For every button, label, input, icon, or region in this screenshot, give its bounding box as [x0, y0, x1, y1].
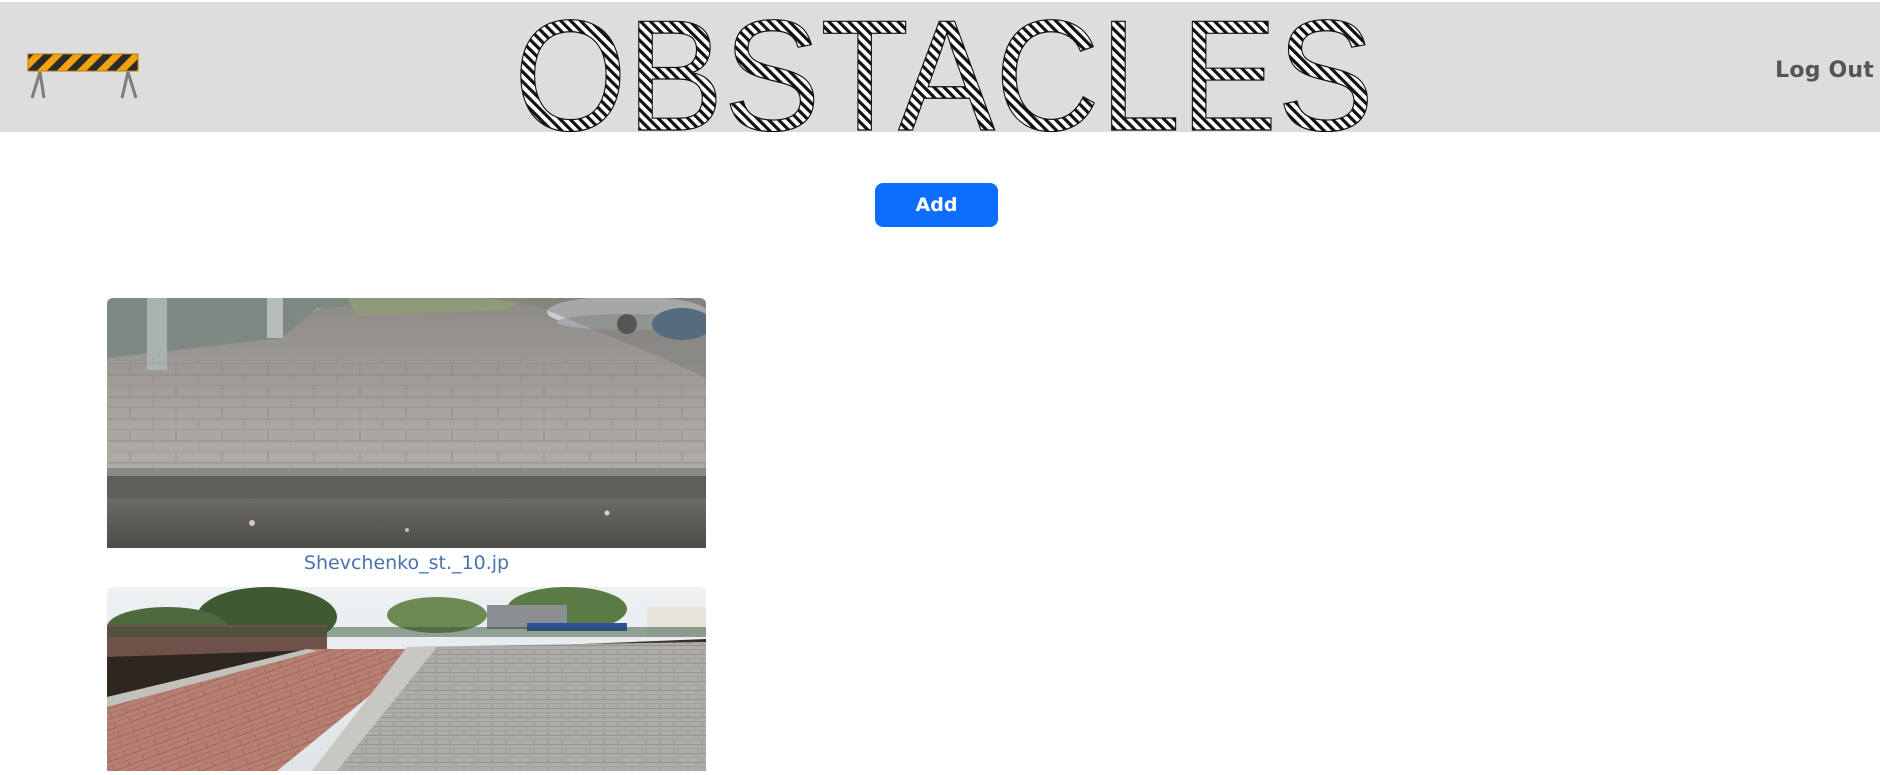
brand-title: OBSTACLES [510, 2, 1380, 132]
app-header: OBSTACLES Log Out [0, 2, 1880, 132]
paved-path-photo[interactable] [107, 587, 706, 771]
obstacle-card [107, 587, 706, 775]
obstacle-caption[interactable]: Shevchenko_st._10.jp [107, 552, 706, 574]
road-barrier-icon[interactable] [26, 52, 142, 100]
brand-title-text: OBSTACLES [514, 2, 1374, 132]
logout-button[interactable]: Log Out [1775, 58, 1874, 83]
obstacle-card: Shevchenko_st._10.jp [107, 298, 706, 574]
add-button[interactable]: Add [875, 183, 998, 227]
sidewalk-curb-photo[interactable] [107, 298, 706, 548]
